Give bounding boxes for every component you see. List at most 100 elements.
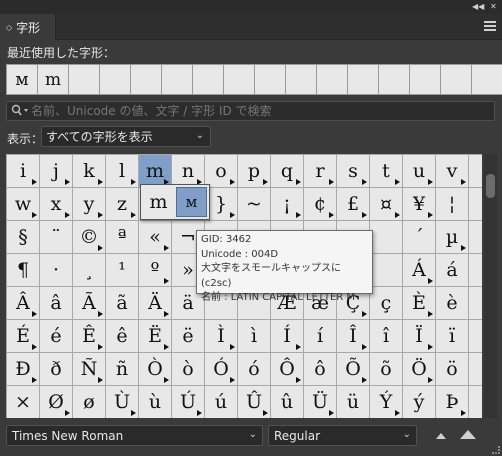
alternates-indicator-icon[interactable] [395, 179, 400, 185]
panel-menu-icon[interactable] [484, 19, 496, 33]
recent-glyph-cell[interactable] [68, 64, 100, 95]
alternates-indicator-icon[interactable] [65, 179, 70, 185]
glyph-cell[interactable]: Ø [40, 386, 72, 418]
alternates-indicator-icon[interactable] [164, 245, 169, 251]
glyph-cell[interactable]: Õ [337, 353, 369, 385]
alternates-indicator-icon[interactable] [362, 311, 367, 317]
glyph-cell[interactable]: ï [436, 320, 468, 352]
alternates-indicator-icon[interactable] [98, 212, 103, 218]
recent-glyph-cell[interactable] [471, 64, 502, 95]
close-icon[interactable]: ✕ [490, 0, 497, 14]
glyph-cell[interactable]: í [304, 320, 336, 352]
glyph-cell[interactable]: ¹ [106, 254, 138, 286]
glyph-cell[interactable]: ¥ [403, 188, 435, 220]
alternates-indicator-icon[interactable] [362, 377, 367, 383]
glyph-cell[interactable]: è [436, 287, 468, 319]
glyph-cell[interactable]: Ü [304, 386, 336, 418]
recent-glyph-cell[interactable] [130, 64, 162, 95]
alternate-glyph-highlighted[interactable]: ᴍ [175, 187, 207, 217]
glyph-cell[interactable]: ´ [403, 221, 435, 253]
glyph-cell[interactable] [370, 254, 402, 286]
glyph-cell[interactable]: k [73, 155, 105, 187]
glyph-cell[interactable]: µ [436, 221, 468, 253]
glyph-cell[interactable]: l [106, 155, 138, 187]
glyph-cell[interactable]: ¢ [304, 188, 336, 220]
recent-glyph-cell[interactable] [254, 64, 286, 95]
alternates-indicator-icon[interactable] [98, 311, 103, 317]
glyph-cell[interactable]: Ý [370, 386, 402, 418]
glyph-cell[interactable]: ð [40, 353, 72, 385]
glyph-cell[interactable]: É [7, 320, 39, 352]
glyph-cell[interactable]: w [7, 188, 39, 220]
glyph-cell[interactable]: ã [106, 287, 138, 319]
recent-glyph-cell[interactable]: m [37, 64, 69, 95]
alternates-indicator-icon[interactable] [164, 377, 169, 383]
zoom-out-icon[interactable] [436, 433, 446, 439]
glyph-cell[interactable]: ê [106, 320, 138, 352]
glyph-cell[interactable]: ó [238, 353, 270, 385]
alternates-indicator-icon[interactable] [230, 377, 235, 383]
glyph-cell[interactable]: Ú [172, 386, 204, 418]
glyph-cell[interactable]: Ê [73, 320, 105, 352]
scrollbar-thumb[interactable] [486, 174, 495, 198]
glyph-cell[interactable]: Ö [403, 353, 435, 385]
glyph-cell[interactable]: p [238, 155, 270, 187]
alternates-indicator-icon[interactable] [428, 212, 433, 218]
alternates-indicator-icon[interactable] [428, 344, 433, 350]
alternates-indicator-icon[interactable] [32, 377, 37, 383]
glyph-cell[interactable]: q [271, 155, 303, 187]
glyph-cell[interactable] [469, 386, 482, 418]
glyph-cell[interactable]: ¶ [7, 254, 39, 286]
alternates-indicator-icon[interactable] [461, 245, 466, 251]
glyph-cell[interactable]: Ð [7, 353, 39, 385]
glyph-cell[interactable]: Ã [73, 287, 105, 319]
alternates-indicator-icon[interactable] [98, 377, 103, 383]
glyph-cell[interactable]: ª [106, 221, 138, 253]
glyph-cell[interactable]: Â [7, 287, 39, 319]
glyph-cell[interactable]: « [139, 221, 171, 253]
alternates-indicator-icon[interactable] [197, 410, 202, 416]
alternates-indicator-icon[interactable] [461, 410, 466, 416]
alternate-glyph[interactable]: m [143, 187, 174, 217]
glyph-cell[interactable]: é [40, 320, 72, 352]
glyph-cell[interactable]: Þ [436, 386, 468, 418]
glyph-cell[interactable]: ë [172, 320, 204, 352]
glyph-cell[interactable]: © [73, 221, 105, 253]
glyph-cell[interactable]: ò [172, 353, 204, 385]
glyph-cell[interactable]: ù [139, 386, 171, 418]
alternates-indicator-icon[interactable] [329, 212, 334, 218]
glyph-cell[interactable]: û [271, 386, 303, 418]
recent-glyph-cell[interactable] [440, 64, 472, 95]
recent-glyph-cell[interactable]: ᴍ [6, 64, 38, 95]
alternates-indicator-icon[interactable] [32, 311, 37, 317]
glyph-cell[interactable]: Ï [403, 320, 435, 352]
alternates-indicator-icon[interactable] [362, 212, 367, 218]
glyph-cell[interactable] [469, 188, 482, 220]
alternates-indicator-icon[interactable] [428, 179, 433, 185]
alternates-indicator-icon[interactable] [98, 179, 103, 185]
alternates-indicator-icon[interactable] [395, 410, 400, 416]
glyph-cell[interactable]: Á [403, 254, 435, 286]
glyph-cell[interactable]: á [436, 254, 468, 286]
glyph-cell[interactable]: º [139, 254, 171, 286]
alternates-indicator-icon[interactable] [362, 344, 367, 350]
alternates-indicator-icon[interactable] [428, 278, 433, 284]
glyph-cell[interactable]: · [40, 254, 72, 286]
recent-glyph-cell[interactable] [223, 64, 255, 95]
glyph-cell[interactable]: o [205, 155, 237, 187]
alternates-indicator-icon[interactable] [230, 212, 235, 218]
resize-handle-icon[interactable] [492, 446, 500, 454]
glyph-cell[interactable]: Î [337, 320, 369, 352]
glyph-cell[interactable]: x [40, 188, 72, 220]
glyph-cell[interactable]: È [403, 287, 435, 319]
alternates-indicator-icon[interactable] [296, 179, 301, 185]
glyph-cell[interactable]: r [304, 155, 336, 187]
recent-glyph-cell[interactable] [378, 64, 410, 95]
glyph-cell[interactable]: î [370, 320, 402, 352]
alternates-indicator-icon[interactable] [362, 179, 367, 185]
glyph-cell[interactable]: Ä [139, 287, 171, 319]
glyph-cell[interactable]: ô [304, 353, 336, 385]
glyph-cell[interactable]: ö [436, 353, 468, 385]
recent-glyph-cell[interactable] [192, 64, 224, 95]
glyph-cell[interactable]: s [337, 155, 369, 187]
